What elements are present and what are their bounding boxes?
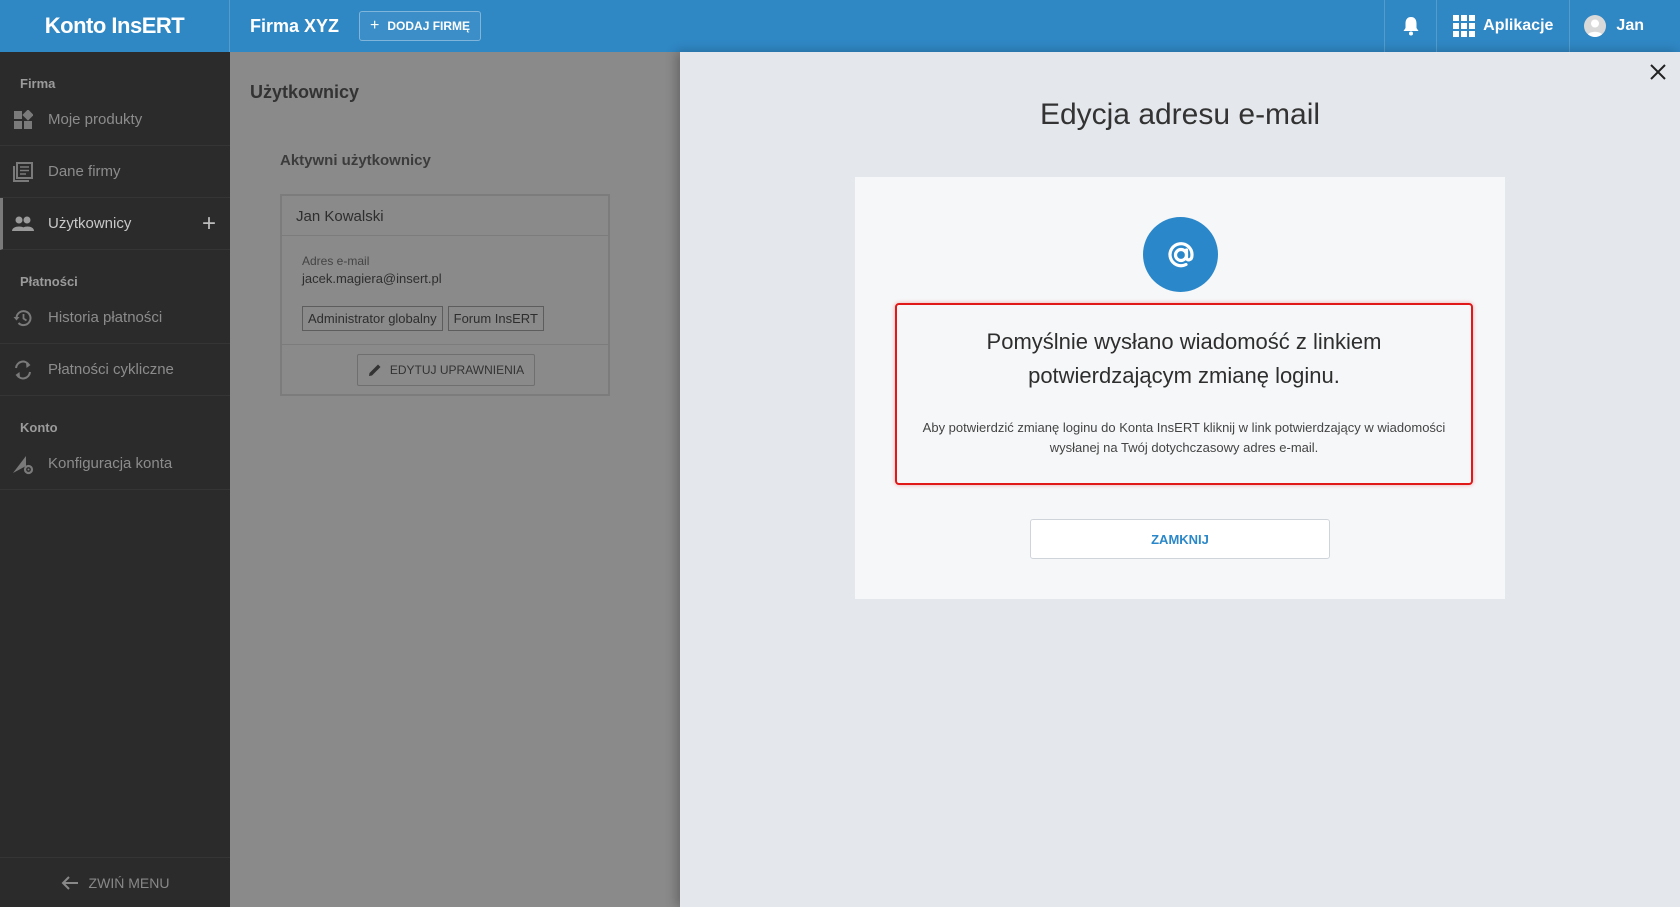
arrow-left-icon [61, 875, 78, 890]
card-divider [282, 344, 608, 345]
history-icon [12, 307, 34, 329]
sidebar-item-label: Płatności cykliczne [48, 361, 174, 378]
sidebar-item-label: Konfiguracja konta [48, 455, 173, 472]
account-settings-icon [12, 453, 34, 475]
add-company-button[interactable]: + DODAJ FIRMĘ [359, 11, 482, 41]
user-icon [1587, 19, 1604, 37]
roles-list: Administrator globalny Forum InsERT [302, 306, 544, 331]
collapse-menu-label: ZWIŃ MENU [88, 874, 170, 891]
sidebar-item-label: Moje produkty [48, 111, 143, 128]
section-title-firma: Firma [20, 76, 56, 91]
sidebar-item-company-data[interactable]: Dane firmy [0, 146, 230, 198]
user-menu[interactable]: Jan [1569, 0, 1680, 52]
add-company-label: DODAJ FIRMĘ [387, 19, 471, 33]
edit-permissions-button[interactable]: EDYTUJ UPRAWNIENIA [357, 354, 535, 386]
role-badge: Forum InsERT [447, 306, 544, 331]
company-name[interactable]: Firma XYZ [230, 16, 339, 37]
apps-label: Aplikacje [1483, 17, 1554, 34]
main-content: Użytkownicy Aktywni użytkownicy Jan Kowa… [230, 52, 680, 907]
sidebar-item-account-config[interactable]: Konfiguracja konta [0, 438, 230, 490]
sidebar-item-label: Historia płatności [48, 309, 163, 326]
brand-logo[interactable]: Konto InsERT [0, 0, 230, 52]
sidebar-item-users[interactable]: Użytkownicy + [0, 198, 230, 250]
success-message-box: Pomyślnie wysłano wiadomość z linkiem po… [895, 303, 1473, 485]
apps-menu[interactable]: Aplikacje [1436, 0, 1569, 52]
sidebar-item-products[interactable]: Moje produkty [0, 94, 230, 146]
document-icon [12, 161, 34, 183]
bell-icon [1403, 17, 1419, 36]
add-user-icon[interactable]: + [202, 210, 216, 238]
email-edit-panel: Edycja adresu e-mail Pomyślnie wysłano w… [680, 52, 1680, 907]
section-title-platnosci: Płatności [20, 274, 78, 289]
section-title-konto: Konto [20, 420, 58, 435]
close-button[interactable]: ZAMKNIJ [1030, 519, 1330, 559]
recurring-icon [12, 359, 34, 381]
page-title: Użytkownicy [250, 82, 360, 102]
success-message-body: Aby potwierdzić zmianę loginu do Konta I… [922, 420, 1446, 455]
email-label: Adres e-mail [302, 254, 370, 268]
top-right-controls: Aplikacje Jan [1384, 0, 1680, 52]
top-bar: Konto InsERT Firma XYZ + DODAJ FIRMĘ Apl… [0, 0, 1680, 52]
dashboard-icon [12, 109, 34, 131]
active-users-heading: Aktywni użytkownicy [280, 152, 431, 169]
apps-grid-icon [1453, 15, 1476, 37]
role-badge: Administrator globalny [302, 306, 443, 331]
plus-icon: + [370, 17, 380, 34]
sidebar-item-recurring-payments[interactable]: Płatności cykliczne [0, 344, 230, 396]
success-message-title: Pomyślnie wysłano wiadomość z linkiem po… [986, 329, 1382, 388]
avatar [1584, 15, 1607, 37]
edit-permissions-label: EDYTUJ UPRAWNIENIA [389, 363, 525, 377]
collapse-menu-button[interactable]: ZWIŃ MENU [0, 857, 230, 907]
users-icon [12, 213, 34, 235]
sidebar-item-label: Dane firmy [48, 163, 121, 180]
user-email: jacek.magiera@insert.pl [302, 271, 442, 286]
pencil-icon [368, 364, 381, 376]
sidebar-item-label: Użytkownicy [48, 215, 132, 232]
user-card-name: Jan Kowalski [282, 196, 608, 236]
panel-title: Edycja adresu e-mail [1039, 98, 1321, 131]
at-sign-icon [1143, 217, 1218, 292]
confirmation-dialog: Pomyślnie wysłano wiadomość z linkiem po… [855, 177, 1505, 599]
notifications-button[interactable] [1384, 0, 1436, 52]
user-name: Jan [1616, 17, 1644, 34]
user-card: Jan Kowalski Adres e-mail jacek.magiera@… [280, 194, 610, 396]
close-icon[interactable] [1650, 58, 1666, 84]
sidebar-item-payment-history[interactable]: Historia płatności [0, 292, 230, 344]
sidebar: Firma Moje produkty Dane firmy Użytkowni… [0, 52, 230, 907]
